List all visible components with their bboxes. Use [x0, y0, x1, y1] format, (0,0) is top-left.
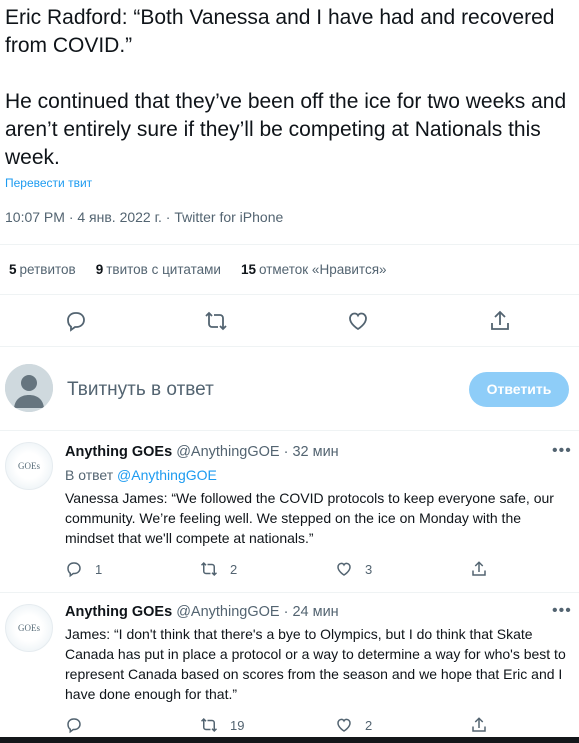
in-reply-to: В ответ @AnythingGOE: [65, 467, 217, 483]
avatar[interactable]: [5, 364, 53, 412]
retweets-count: 5: [9, 262, 17, 277]
in-reply-handle-link[interactable]: @AnythingGOE: [117, 467, 217, 483]
author-name[interactable]: Anything GOEs: [65, 604, 172, 620]
reply-input[interactable]: Твитнуть в ответ: [67, 379, 214, 401]
author-handle[interactable]: @AnythingGOE · 32 мин: [176, 444, 339, 460]
bottom-edge-bar: [0, 737, 579, 743]
likes-stat[interactable]: 15 отметок «Нравится»: [241, 262, 387, 277]
reply-composer: Твитнуть в ответ Ответить: [0, 362, 579, 418]
reply-actions: 19 2: [65, 716, 565, 736]
heart-icon: [349, 312, 367, 331]
divider: [0, 294, 579, 295]
share-icon: [472, 561, 486, 576]
reply-tweet[interactable]: GOEs Anything GOEs @AnythingGOE · 24 мин…: [0, 592, 579, 737]
avatar-logo-text: GOEs: [18, 461, 40, 471]
tweet-paragraph: He continued that they’ve been off the i…: [5, 90, 567, 169]
like-count: 3: [365, 561, 373, 577]
reply-icon: [67, 562, 81, 578]
more-options-icon[interactable]: •••: [552, 602, 572, 620]
share-button[interactable]: [470, 716, 500, 734]
tweet-stats: 5 ретвитов 9 твитов с цитатами 15 отметок «…: [9, 262, 407, 277]
translate-tweet-link[interactable]: Перевести твит: [5, 176, 92, 190]
divider: [0, 346, 579, 347]
likes-count: 15: [240, 262, 256, 277]
tweet-paragraph: Eric Radford: “Both Vanessa and I have h…: [5, 6, 555, 57]
default-avatar-icon: [5, 364, 53, 412]
like-button[interactable]: [346, 309, 372, 335]
reply-icon: [67, 312, 85, 332]
reply-header: Anything GOEs @AnythingGOE · 32 мин: [65, 444, 339, 460]
reply-text: James: “I don't think that there's a bye…: [65, 626, 566, 702]
reply-icon: [67, 718, 81, 734]
reply-tweet[interactable]: GOEs Anything GOEs @AnythingGOE · 32 мин…: [0, 430, 579, 592]
reply-actions: 1 2 3: [65, 560, 565, 580]
more-options-icon[interactable]: •••: [552, 442, 572, 460]
in-reply-prefix: В ответ: [65, 467, 114, 483]
like-button[interactable]: 3: [335, 560, 372, 578]
retweet-button[interactable]: 2: [200, 560, 237, 578]
retweet-icon: [200, 561, 218, 577]
quotes-stat[interactable]: 9 твитов с цитатами: [96, 262, 221, 277]
avatar[interactable]: GOEs: [5, 442, 53, 490]
reply-text: Vanessa James: “We followed the COVID pr…: [65, 490, 554, 546]
reply-button[interactable]: [64, 309, 90, 335]
retweets-stat[interactable]: 5 ретвитов: [9, 262, 76, 277]
tweet-detail-page: Eric Radford: “Both Vanessa and I have h…: [0, 0, 579, 743]
share-button[interactable]: [488, 309, 514, 335]
share-button[interactable]: [470, 560, 500, 578]
likes-label: отметок «Нравится»: [259, 262, 387, 277]
tweet-text: Eric Radford: “Both Vanessa and I have h…: [5, 4, 575, 172]
heart-icon: [337, 562, 351, 576]
retweet-icon: [200, 717, 218, 733]
reply-button[interactable]: [65, 716, 95, 734]
avatar[interactable]: GOEs: [5, 604, 53, 652]
tweet-actions: [0, 305, 579, 339]
share-icon: [491, 310, 509, 330]
author-name[interactable]: Anything GOEs: [65, 444, 172, 460]
reply-count: 1: [95, 561, 103, 577]
like-count: 2: [365, 717, 373, 733]
retweet-button[interactable]: [204, 309, 230, 335]
retweets-label: ретвитов: [19, 262, 76, 277]
quotes-label: твитов с цитатами: [106, 262, 221, 277]
retweet-button[interactable]: 19: [200, 716, 244, 734]
divider: [0, 244, 579, 245]
retweet-count: 19: [230, 717, 245, 733]
like-button[interactable]: 2: [335, 716, 372, 734]
share-icon: [472, 717, 486, 732]
heart-icon: [337, 718, 351, 732]
retweet-icon: [205, 311, 227, 331]
tweet-timestamp[interactable]: 10:07 PM · 4 янв. 2022 г. · Twitter for …: [5, 209, 283, 225]
reply-submit-button[interactable]: Ответить: [469, 372, 569, 407]
avatar-logo-text: GOEs: [18, 623, 40, 633]
retweet-count: 2: [230, 561, 238, 577]
quotes-count: 9: [95, 262, 104, 277]
reply-button[interactable]: 1: [65, 560, 102, 578]
author-handle[interactable]: @AnythingGOE · 24 мин: [176, 604, 339, 620]
reply-header: Anything GOEs @AnythingGOE · 24 мин: [65, 604, 339, 620]
